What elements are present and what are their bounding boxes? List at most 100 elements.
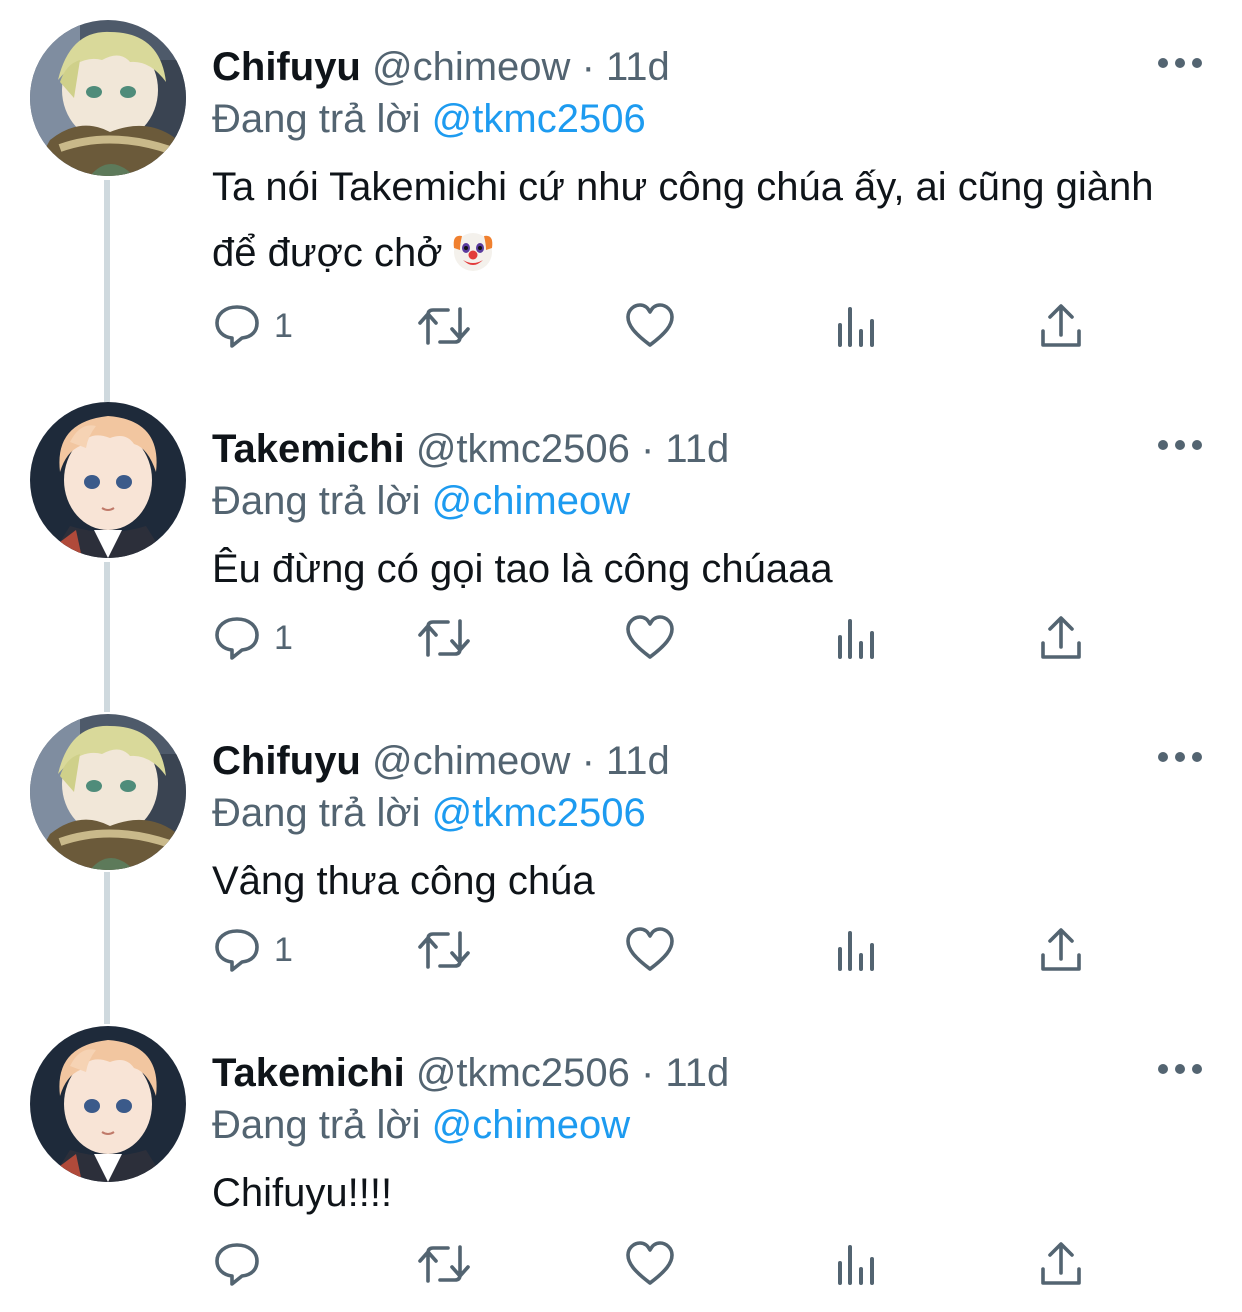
tweet-text-content: Vâng thưa công chúa (212, 859, 595, 903)
display-name[interactable]: Takemichi (212, 427, 405, 471)
tweet-text: Vâng thưa công chúa (212, 848, 1172, 914)
analytics-button[interactable] (834, 920, 878, 980)
separator: · (640, 427, 655, 471)
tweet-actions: 1 (212, 608, 1092, 668)
share-button[interactable] (1038, 296, 1084, 356)
reply-count: 1 (274, 618, 293, 657)
display-name[interactable]: Takemichi (212, 1051, 405, 1095)
retweet-button[interactable] (414, 1234, 474, 1294)
retweet-button[interactable] (414, 920, 474, 980)
like-icon (626, 615, 674, 659)
more-icon[interactable] (1158, 1056, 1202, 1082)
share-icon (1041, 1242, 1081, 1285)
share-button[interactable] (1038, 920, 1084, 980)
timestamp[interactable]: 11d (665, 427, 729, 471)
reply-prefix: Đang trả lời (212, 479, 421, 523)
tweet-header: Chifuyu @chimeow · 11d (212, 42, 670, 92)
like-button[interactable] (624, 608, 676, 668)
user-handle[interactable]: @chimeow (372, 739, 570, 783)
retweet-button[interactable] (414, 608, 474, 668)
user-handle[interactable]: @tkmc2506 (416, 1051, 630, 1095)
reply-prefix: Đang trả lời (212, 791, 421, 835)
timestamp[interactable]: 11d (606, 45, 670, 89)
separator: · (640, 1051, 655, 1095)
avatar[interactable] (30, 402, 186, 558)
avatar[interactable] (30, 20, 186, 176)
reply-count: 1 (274, 930, 293, 969)
share-icon (1041, 616, 1081, 659)
tweet-header: Takemichi @tkmc2506 · 11d (212, 1048, 729, 1098)
tweet[interactable]: Takemichi @tkmc2506 · 11d Đang trả lời @… (0, 402, 1242, 702)
avatar[interactable] (30, 1026, 186, 1182)
user-handle[interactable]: @chimeow (372, 45, 570, 89)
tweet-actions (212, 1234, 1092, 1294)
display-name[interactable]: Chifuyu (212, 45, 361, 89)
retweet-icon (418, 1245, 470, 1283)
reply-button[interactable]: 1 (212, 608, 293, 668)
analytics-button[interactable] (834, 1234, 878, 1294)
timestamp[interactable]: 11d (606, 739, 670, 783)
tweet-text: Êu đừng có gọi tao là công chúaaa (212, 536, 1172, 602)
tweet-actions: 1 (212, 296, 1092, 356)
reply-context: Đang trả lời @tkmc2506 (212, 94, 646, 144)
reply-prefix: Đang trả lời (212, 1103, 421, 1147)
like-icon (626, 927, 674, 971)
clown-face-emoji (450, 228, 496, 274)
like-icon (626, 303, 674, 347)
reply-mention[interactable]: @chimeow (432, 479, 630, 523)
analytics-button[interactable] (834, 608, 878, 668)
retweet-icon (418, 619, 470, 657)
analytics-icon (838, 931, 874, 971)
reply-mention[interactable]: @tkmc2506 (432, 97, 646, 141)
tweet-text: Chifuyu!!!! (212, 1160, 1172, 1226)
share-icon (1041, 304, 1081, 347)
reply-icon (215, 305, 259, 348)
reply-context: Đang trả lời @tkmc2506 (212, 788, 646, 838)
reply-prefix: Đang trả lời (212, 97, 421, 141)
separator: · (581, 739, 595, 783)
analytics-icon (838, 619, 874, 659)
more-icon[interactable] (1158, 50, 1202, 76)
reply-context: Đang trả lời @chimeow (212, 1100, 630, 1150)
more-icon[interactable] (1158, 744, 1202, 770)
reply-mention[interactable]: @chimeow (432, 1103, 630, 1147)
timestamp[interactable]: 11d (665, 1051, 729, 1095)
share-button[interactable] (1038, 608, 1084, 668)
reply-mention[interactable]: @tkmc2506 (432, 791, 646, 835)
reply-button[interactable]: 1 (212, 920, 293, 980)
reply-icon (215, 929, 259, 972)
share-button[interactable] (1038, 1234, 1084, 1294)
analytics-icon (838, 307, 874, 347)
separator: · (581, 45, 595, 89)
tweet-header: Chifuyu @chimeow · 11d (212, 736, 670, 786)
reply-button[interactable]: 1 (212, 296, 293, 356)
like-button[interactable] (624, 920, 676, 980)
analytics-icon (838, 1245, 874, 1285)
reply-icon (215, 617, 259, 660)
tweet[interactable]: Chifuyu @chimeow · 11d Đang trả lời @tkm… (0, 20, 1242, 390)
reply-count: 1 (274, 306, 293, 345)
avatar[interactable] (30, 714, 186, 870)
retweet-icon (418, 931, 470, 969)
reply-button[interactable] (212, 1234, 262, 1294)
more-icon[interactable] (1158, 432, 1202, 458)
analytics-button[interactable] (834, 296, 878, 356)
tweet[interactable]: Takemichi @tkmc2506 · 11d Đang trả lời @… (0, 1026, 1242, 1312)
retweet-icon (418, 307, 470, 345)
reply-context: Đang trả lời @chimeow (212, 476, 630, 526)
like-icon (626, 1241, 674, 1285)
tweet-text-content: Chifuyu!!!! (212, 1171, 393, 1215)
retweet-button[interactable] (414, 296, 474, 356)
tweet-text-content: Ta nói Takemichi cứ như công chúa ấy, ai… (212, 165, 1154, 275)
tweet-actions: 1 (212, 920, 1092, 980)
tweet-text-content: Êu đừng có gọi tao là công chúaaa (212, 547, 833, 591)
tweet[interactable]: Chifuyu @chimeow · 11d Đang trả lời @tkm… (0, 714, 1242, 1014)
tweet-text: Ta nói Takemichi cứ như công chúa ấy, ai… (212, 154, 1172, 286)
like-button[interactable] (624, 1234, 676, 1294)
user-handle[interactable]: @tkmc2506 (416, 427, 630, 471)
tweet-header: Takemichi @tkmc2506 · 11d (212, 424, 729, 474)
like-button[interactable] (624, 296, 676, 356)
reply-icon (215, 1243, 259, 1286)
share-icon (1041, 928, 1081, 971)
display-name[interactable]: Chifuyu (212, 739, 361, 783)
